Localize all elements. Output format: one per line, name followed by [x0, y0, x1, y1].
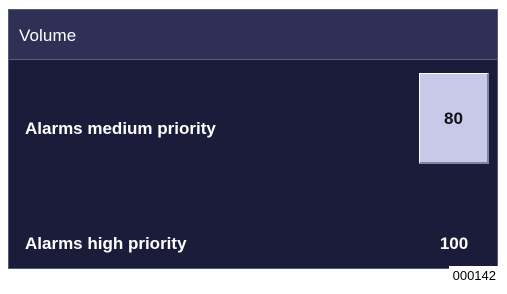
alarms-high-priority-label: Alarms high priority: [25, 234, 187, 253]
volume-panel: Volume Alarms medium priority 80 Alarms …: [8, 9, 498, 269]
figure-id-label: 000142: [448, 266, 498, 284]
alarms-medium-priority-value-button[interactable]: 80: [419, 73, 489, 164]
alarms-medium-priority-label: Alarms medium priority: [25, 119, 216, 138]
panel-header: Volume: [9, 10, 497, 60]
alarms-medium-priority-value: 80: [444, 109, 463, 128]
panel-title: Volume: [19, 26, 77, 45]
alarms-high-priority-value[interactable]: 100: [419, 235, 489, 252]
